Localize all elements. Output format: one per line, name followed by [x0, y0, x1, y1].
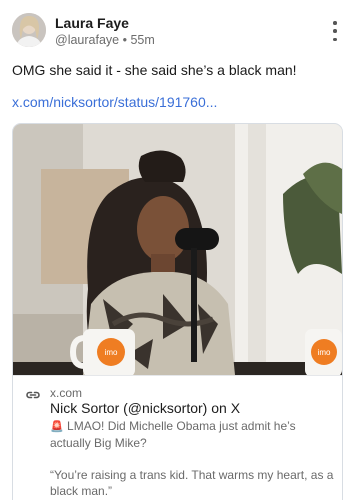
link-description-line-1: LMAO! Did Michelle Obama just admit he’s…	[50, 419, 296, 450]
post-text: OMG she said it - she said she’s a black…	[12, 62, 297, 78]
preview-image: imo imo	[13, 124, 342, 375]
mug-logo-left: imo	[105, 348, 118, 357]
link-preview-info: x.com Nick Sortor (@nicksortor) on X 🚨 L…	[13, 375, 342, 500]
author-name[interactable]: Laura Faye	[55, 15, 129, 31]
author-meta: @laurafaye • 55m	[55, 33, 155, 47]
link-preview-card[interactable]: imo imo x.com Nick Sortor (@nicksortor) …	[12, 123, 343, 500]
link-title[interactable]: Nick Sortor (@nicksortor) on X	[50, 400, 240, 416]
post-time: 55m	[130, 33, 155, 47]
link-domain: x.com	[50, 386, 83, 400]
meta-separator: •	[122, 33, 127, 47]
author-handle[interactable]: @laurafaye	[55, 33, 119, 47]
social-post: Laura Faye @laurafaye • 55m OMG she said…	[0, 0, 355, 500]
more-vertical-icon[interactable]	[327, 21, 343, 41]
author-avatar[interactable]	[12, 13, 46, 47]
link-icon	[26, 391, 40, 399]
post-link[interactable]: x.com/nicksortor/status/191760...	[12, 94, 217, 110]
mug-logo-right: imo	[318, 348, 331, 357]
link-description: 🚨 LMAO! Did Michelle Obama just admit he…	[50, 418, 335, 499]
link-description-line-2: “You’re raising a trans kid. That warms …	[50, 468, 334, 498]
post-header: Laura Faye @laurafaye • 55m	[12, 13, 343, 49]
siren-emoji-icon: 🚨	[50, 421, 64, 433]
